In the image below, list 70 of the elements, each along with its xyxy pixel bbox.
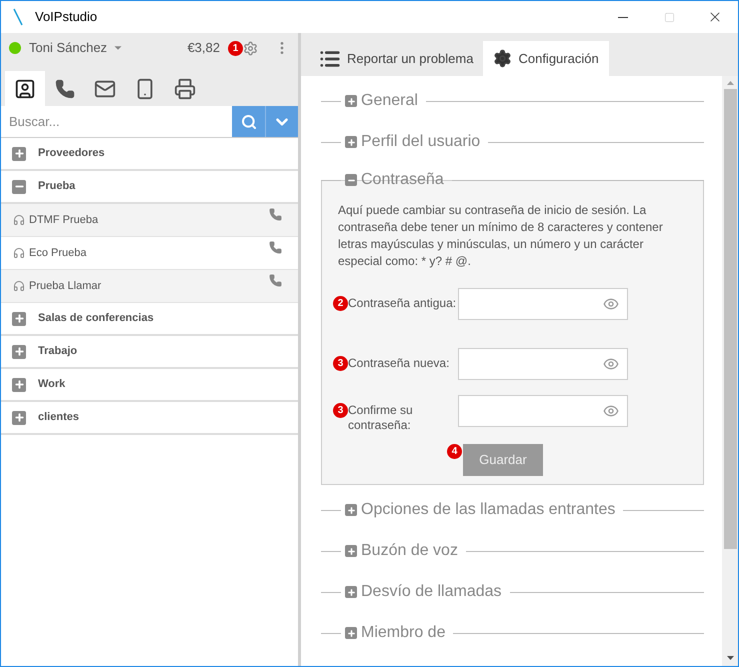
contact-name: Eco Prueba — [29, 246, 86, 261]
group-label[interactable]: Salas de conferencias — [38, 310, 154, 327]
password-field[interactable] — [458, 395, 628, 427]
collapse-icon[interactable] — [345, 174, 357, 186]
group-label[interactable]: Work — [38, 376, 66, 393]
expand-icon[interactable] — [345, 95, 357, 107]
call-icon[interactable] — [269, 240, 282, 254]
search-field[interactable]: Buscar... — [1, 106, 232, 137]
section-title[interactable]: Buzón de voz — [361, 541, 458, 561]
annotation-badge: 3 — [333, 356, 348, 371]
contact-name: Prueba Llamar — [29, 278, 102, 294]
headset-icon — [13, 214, 25, 226]
field-label: Contraseña antigua: — [348, 296, 458, 311]
expand-icon[interactable] — [12, 344, 26, 358]
annotation-badge: 4 — [447, 444, 462, 459]
group-label[interactable]: Proveedores — [38, 145, 105, 162]
show-password-icon — [603, 403, 619, 419]
call-icon[interactable] — [269, 274, 282, 286]
contact-name: DTMF Prueba — [29, 212, 98, 228]
description: Aquí puede cambiar su contraseña de inicio de sesión. La contraseña debe tener un mínimo de 8 caracteres y contener letras mayúsculas y minúsculas, un número y un carácter especial como: * y? # @. — [338, 202, 664, 270]
group-label[interactable]: clientes — [38, 409, 79, 426]
section-title[interactable]: Miembro de — [361, 623, 446, 643]
section-title[interactable]: General — [361, 91, 418, 111]
group-label[interactable]: Trabajo — [38, 343, 78, 360]
expand-icon[interactable] — [345, 627, 357, 639]
show-password-icon — [603, 356, 619, 372]
headset-icon — [13, 280, 25, 292]
expand-icon[interactable] — [345, 504, 357, 516]
section-title[interactable]: Contraseña — [361, 170, 444, 190]
group-label[interactable]: Prueba — [38, 178, 76, 195]
headset-icon — [13, 247, 25, 259]
section-title[interactable]: Desvío de llamadas — [361, 582, 502, 602]
scroll-down-icon[interactable] — [726, 656, 734, 660]
show-password-icon — [603, 296, 619, 312]
search-button[interactable] — [232, 106, 266, 137]
window-title: VoIPstudio — [35, 8, 98, 26]
annotation-badge: 1 — [228, 40, 243, 56]
expand-icon[interactable] — [12, 378, 26, 392]
dropdown-button[interactable] — [266, 106, 298, 137]
user-menu-button[interactable]: Toni Sánchez — [29, 38, 126, 58]
settings-icon[interactable] — [243, 40, 258, 56]
expand-icon[interactable] — [12, 410, 26, 424]
settings-icon — [493, 49, 512, 68]
contact-row[interactable]: DTMF Prueba — [1, 204, 298, 237]
annotation-badge: 3 — [333, 403, 348, 418]
expand-icon[interactable] — [345, 545, 357, 557]
section-title[interactable]: Opciones de las llamadas entrantes — [361, 500, 616, 520]
expand-icon[interactable] — [12, 312, 26, 326]
contact-row[interactable]: Prueba Llamar — [1, 270, 298, 303]
tab[interactable]: Reportar un problema — [309, 41, 484, 76]
password-field[interactable] — [458, 288, 628, 320]
scrollbar[interactable] — [722, 76, 738, 666]
minimize-icon — [618, 16, 628, 18]
expand-icon[interactable] — [345, 586, 357, 598]
search-icon — [240, 114, 256, 130]
expand-icon[interactable] — [12, 146, 26, 160]
field-label: Confirme su contraseña: — [348, 403, 414, 433]
call-icon[interactable] — [269, 208, 282, 220]
maximize-icon — [664, 12, 674, 22]
expand-icon[interactable] — [345, 136, 357, 148]
contact-card-icon[interactable] — [5, 71, 45, 106]
tab[interactable]: Configuración — [483, 41, 609, 76]
section-title[interactable]: Perfil del usuario — [361, 132, 480, 152]
annotation-badge: 2 — [333, 296, 348, 311]
password-field[interactable] — [458, 348, 628, 380]
app-logo-icon — [13, 8, 23, 26]
balance: €3,82 — [187, 39, 220, 58]
field-label: Contraseña nueva: — [348, 356, 450, 371]
collapse-icon[interactable] — [12, 180, 26, 194]
scroll-up-icon[interactable] — [726, 81, 734, 85]
